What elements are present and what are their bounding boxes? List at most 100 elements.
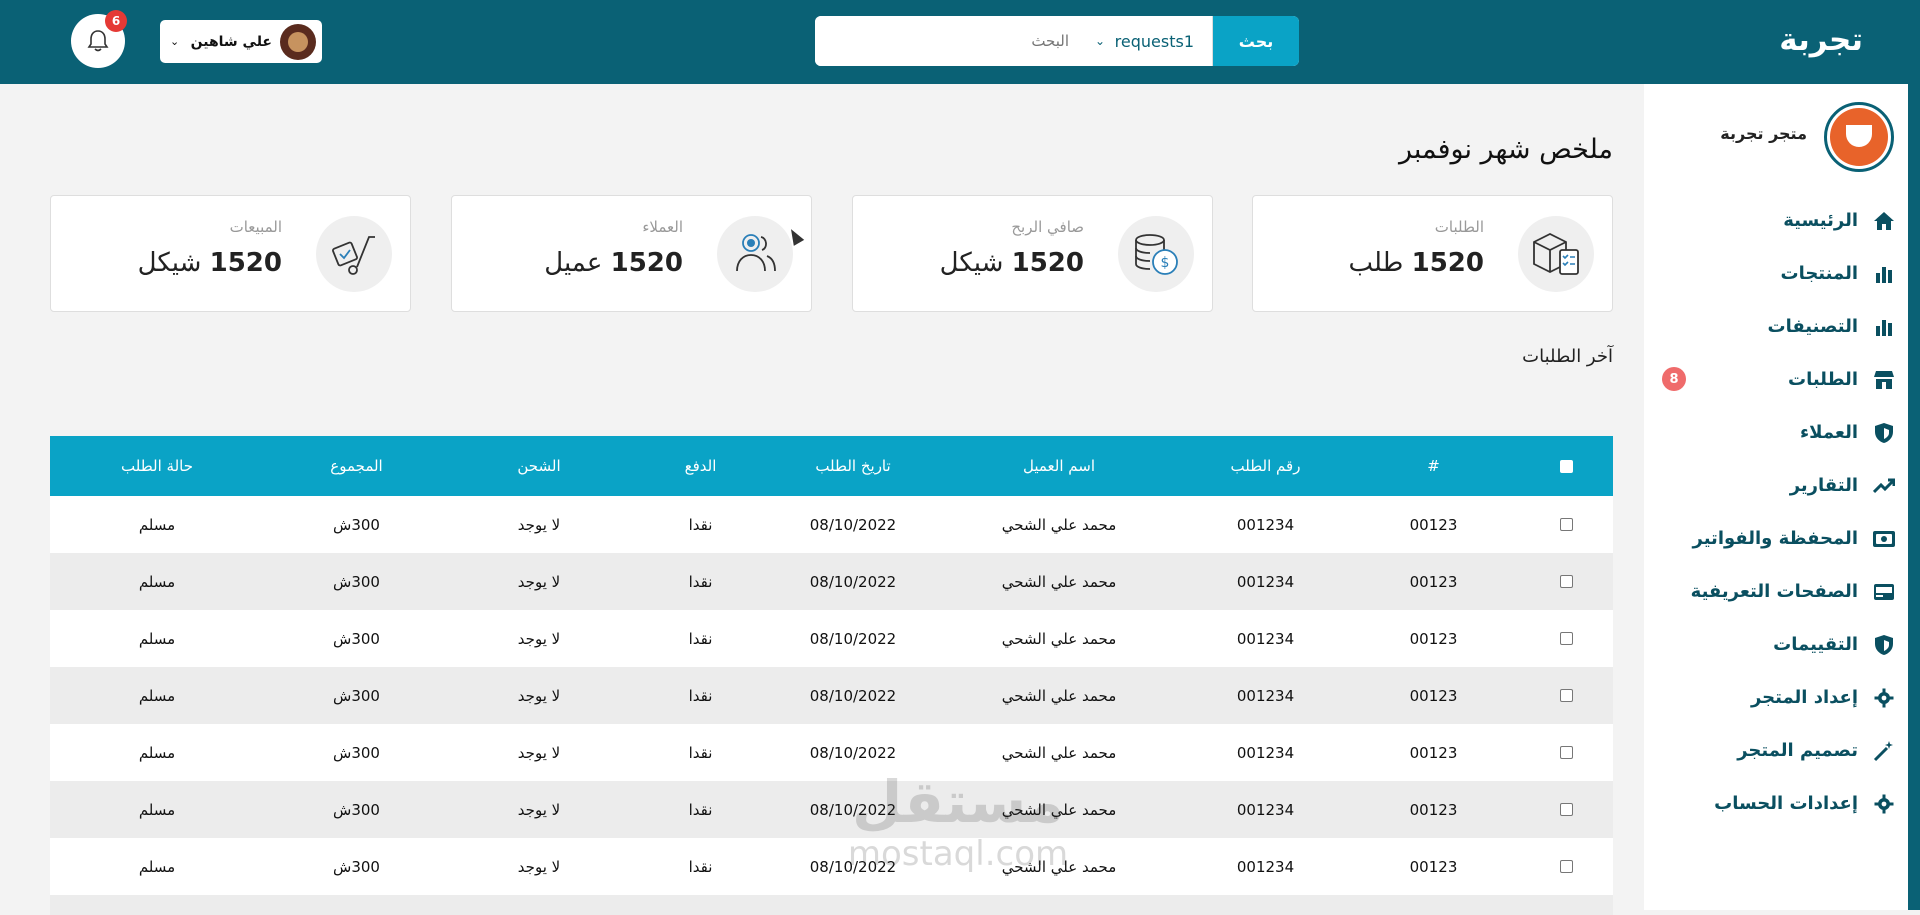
table-cell: محمد علي الشحي: [1001, 686, 1117, 705]
search-button[interactable]: بحث: [1213, 16, 1299, 66]
row-checkbox[interactable]: [1520, 667, 1613, 724]
table-cell: 08/10/2022: [809, 629, 897, 648]
sidebar-item-label: التقييمات: [1773, 634, 1858, 655]
sidebar-item-customers[interactable]: العملاء: [1656, 406, 1896, 459]
table-cell: نقدا: [688, 857, 713, 876]
sidebar-item-reports[interactable]: التقارير: [1656, 459, 1896, 512]
orders-table: # رقم الطلب اسم العميل تاريخ الطلب الدفع…: [50, 436, 1613, 915]
column-header[interactable]: الشحن: [449, 436, 629, 496]
store-avatar[interactable]: [1824, 102, 1894, 172]
table-cell: محمد علي الشحي: [1001, 629, 1117, 648]
stat-card-customers[interactable]: العملاء 1520 عميل: [451, 195, 812, 312]
sidebar-item-label: الطلبات: [1787, 369, 1858, 390]
sidebar-item-home[interactable]: الرئيسية: [1656, 194, 1896, 247]
column-header[interactable]: الدفع: [629, 436, 772, 496]
column-header[interactable]: رقم الطلب: [1184, 436, 1347, 496]
column-header[interactable]: حالة الطلب: [50, 436, 264, 496]
table-cell: نقدا: [688, 629, 713, 648]
select-all-checkbox[interactable]: [1520, 436, 1613, 496]
table-cell: لا يوجد: [517, 800, 561, 819]
search-scope-select[interactable]: requests1 ⌄: [1085, 16, 1213, 66]
table-cell: 300ش: [333, 857, 380, 876]
column-header[interactable]: المجموع: [264, 436, 449, 496]
table-cell: 300ش: [333, 686, 380, 705]
table-cell: لا يوجد: [517, 743, 561, 762]
sidebar-item-account-settings[interactable]: إعدادات الحساب: [1656, 777, 1896, 830]
hand-truck-icon: [316, 216, 392, 292]
column-header[interactable]: #: [1347, 436, 1520, 496]
search-input[interactable]: [815, 16, 1085, 66]
orders-count-badge: 8: [1662, 367, 1686, 391]
sidebar-item-products[interactable]: المنتجات: [1656, 247, 1896, 300]
section-title: آخر الطلبات: [1522, 346, 1613, 367]
table-cell: لا يوجد: [517, 572, 561, 591]
table-cell: مسلم: [138, 629, 176, 648]
stat-label: الطلبات: [1434, 218, 1484, 236]
table-row[interactable]: 00123 001234 محمد علي الشحي 08/10/2022 ن…: [50, 553, 1613, 610]
store-name: متجر تجربة: [1720, 124, 1807, 143]
chevron-down-icon: ⌄: [170, 35, 180, 48]
home-icon: [1872, 209, 1896, 233]
sidebar-item-orders[interactable]: الطلبات 8: [1656, 353, 1896, 406]
sidebar-item-label: إعداد المتجر: [1750, 687, 1858, 708]
svg-text:$: $: [1161, 255, 1170, 271]
sidebar-item-label: الرئيسية: [1783, 210, 1858, 231]
shield-icon: [1872, 421, 1896, 445]
table-cell: مسلم: [138, 686, 176, 705]
table-row[interactable]: 00123 001234 محمد علي الشحي 08/10/2022 ن…: [50, 496, 1613, 553]
table-cell: نقدا: [688, 515, 713, 534]
sidebar-item-label: تصميم المتجر: [1737, 740, 1858, 761]
table-row[interactable]: 00123 001234 محمد علي الشحي 08/10/2022 ن…: [50, 724, 1613, 781]
table-cell: محمد علي الشحي: [1001, 743, 1117, 762]
trend-icon: [1872, 474, 1896, 498]
notification-count-badge: 6: [105, 10, 127, 32]
sidebar-item-label: الصفحات التعريفية: [1690, 581, 1858, 602]
user-menu[interactable]: علي شاهين ⌄: [160, 20, 322, 63]
sidebar-item-store-setup[interactable]: إعداد المتجر: [1656, 671, 1896, 724]
sidebar: متجر تجربة الرئيسية المنتجات التصنيفات ا…: [1644, 84, 1920, 910]
table-row[interactable]: 00123 001234 محمد علي الشحي 08/10/2022 ن…: [50, 781, 1613, 838]
sidebar-scrollbar[interactable]: [1908, 84, 1920, 910]
table-cell: مسلم: [138, 572, 176, 591]
sidebar-item-label: التقارير: [1789, 475, 1858, 496]
magic-wand-icon: [1872, 739, 1896, 763]
sidebar-item-pages[interactable]: الصفحات التعريفية: [1656, 565, 1896, 618]
row-checkbox[interactable]: [1520, 496, 1613, 553]
table-cell: لا يوجد: [517, 629, 561, 648]
table-cell: 00123: [1409, 686, 1458, 705]
stat-card-sales[interactable]: المبيعات 1520 شيكل: [50, 195, 411, 312]
sidebar-item-label: التصنيفات: [1767, 316, 1858, 337]
table-cell: محمد علي الشحي: [1001, 515, 1117, 534]
column-header[interactable]: تاريخ الطلب: [772, 436, 934, 496]
column-header[interactable]: اسم العميل: [934, 436, 1184, 496]
table-cell: 00123: [1409, 515, 1458, 534]
sidebar-item-label: إعدادات الحساب: [1714, 793, 1858, 814]
table-row[interactable]: 00123 001234 محمد علي الشحي 08/10/2022 ن…: [50, 838, 1613, 895]
table-cell: 300ش: [333, 515, 380, 534]
table-cell: 00123: [1409, 629, 1458, 648]
stat-card-orders[interactable]: الطلبات 1520 طلب: [1252, 195, 1613, 312]
sidebar-item-store-design[interactable]: تصميم المتجر: [1656, 724, 1896, 777]
search-bar: بحث requests1 ⌄: [815, 16, 1299, 66]
sidebar-item-label: العملاء: [1799, 422, 1858, 443]
table-cell: نقدا: [688, 686, 713, 705]
table-cell: محمد علي الشحي: [1001, 800, 1117, 819]
sidebar-item-wallet[interactable]: المحفظة والفواتير: [1656, 512, 1896, 565]
brand-logo[interactable]: تجربة: [1779, 22, 1863, 58]
stat-card-net-profit[interactable]: $ صافي الربح 1520 شيكل: [852, 195, 1213, 312]
fox-logo-icon: [1830, 108, 1888, 166]
row-checkbox[interactable]: [1520, 610, 1613, 667]
table-cell: 00123: [1409, 572, 1458, 591]
row-checkbox[interactable]: [1520, 724, 1613, 781]
table-cell: 08/10/2022: [809, 686, 897, 705]
row-checkbox[interactable]: [1520, 838, 1613, 895]
sidebar-item-categories[interactable]: التصنيفات: [1656, 300, 1896, 353]
user-name: علي شاهين: [190, 33, 272, 50]
table-row[interactable]: 00123 001234 محمد علي الشحي 08/10/2022 ن…: [50, 610, 1613, 667]
table-cell: مسلم: [138, 515, 176, 534]
row-checkbox[interactable]: [1520, 553, 1613, 610]
table-row[interactable]: 00123 001234 محمد علي الشحي 08/10/2022 ن…: [50, 667, 1613, 724]
row-checkbox[interactable]: [1520, 781, 1613, 838]
box-checklist-icon: [1518, 216, 1594, 292]
sidebar-item-reviews[interactable]: التقييمات: [1656, 618, 1896, 671]
